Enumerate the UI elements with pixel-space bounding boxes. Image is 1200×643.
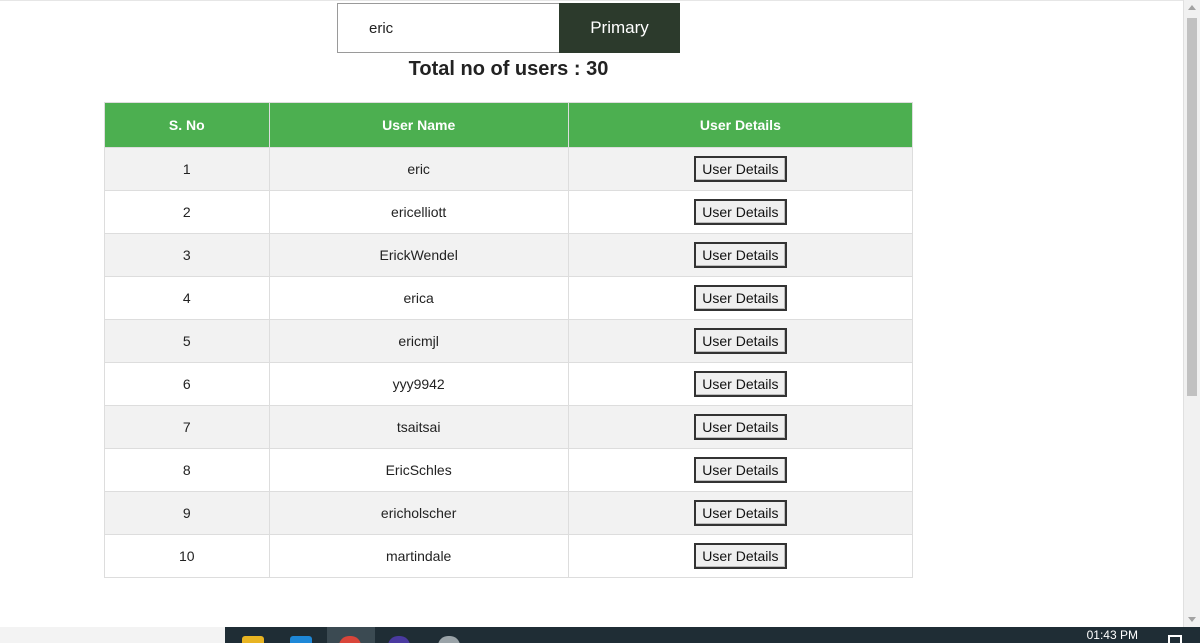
app-icon[interactable] xyxy=(438,636,460,643)
row-sno: 6 xyxy=(104,362,270,406)
table-row: 1 eric User Details xyxy=(104,147,914,191)
row-details-cell: User Details xyxy=(567,491,914,535)
taskbar-search-box[interactable] xyxy=(0,627,225,643)
table-row: 9 ericholscher User Details xyxy=(104,491,914,535)
table-row: 2 ericelliott User Details xyxy=(104,190,914,234)
taskbar-clock[interactable]: 01:43 PM xyxy=(1087,628,1138,642)
search-input[interactable] xyxy=(337,3,559,53)
app-icon[interactable] xyxy=(388,636,410,643)
file-explorer-icon[interactable] xyxy=(242,636,264,643)
table-row: 3 ErickWendel User Details xyxy=(104,233,914,277)
row-user-name: ericholscher xyxy=(268,491,569,535)
table-row: 5 ericmjl User Details xyxy=(104,319,914,363)
user-details-button[interactable]: User Details xyxy=(693,328,787,354)
os-taskbar: 01:43 PM xyxy=(0,627,1200,643)
row-sno: 4 xyxy=(104,276,270,320)
row-details-cell: User Details xyxy=(567,405,914,449)
user-details-button[interactable]: User Details xyxy=(693,500,787,526)
row-sno: 2 xyxy=(104,190,270,234)
row-sno: 1 xyxy=(104,147,270,191)
user-details-button[interactable]: User Details xyxy=(693,156,787,182)
row-user-name: EricSchles xyxy=(268,448,569,492)
row-user-name: ericelliott xyxy=(268,190,569,234)
row-user-name: martindale xyxy=(268,534,569,578)
scroll-up-arrow-icon[interactable] xyxy=(1188,5,1196,10)
row-sno: 8 xyxy=(104,448,270,492)
scrollbar-thumb[interactable] xyxy=(1187,18,1197,396)
primary-search-button[interactable]: Primary xyxy=(559,3,680,53)
vertical-scrollbar[interactable] xyxy=(1183,0,1200,627)
user-details-button[interactable]: User Details xyxy=(693,242,787,268)
table-row: 10 martindale User Details xyxy=(104,534,914,578)
table-row: 7 tsaitsai User Details xyxy=(104,405,914,449)
row-user-name: eric xyxy=(268,147,569,191)
row-user-name: yyy9942 xyxy=(268,362,569,406)
user-details-button[interactable]: User Details xyxy=(693,457,787,483)
row-sno: 7 xyxy=(104,405,270,449)
table-header-row: S. No User Name User Details xyxy=(104,102,914,148)
row-details-cell: User Details xyxy=(567,534,914,578)
row-user-name: ErickWendel xyxy=(268,233,569,277)
row-details-cell: User Details xyxy=(567,319,914,363)
row-details-cell: User Details xyxy=(567,362,914,406)
user-details-button[interactable]: User Details xyxy=(693,371,787,397)
row-details-cell: User Details xyxy=(567,276,914,320)
header-user-details: User Details xyxy=(567,102,914,148)
row-user-name: erica xyxy=(268,276,569,320)
table-row: 8 EricSchles User Details xyxy=(104,448,914,492)
header-sno: S. No xyxy=(104,102,270,148)
row-user-name: tsaitsai xyxy=(268,405,569,449)
search-bar: Primary xyxy=(337,3,680,53)
users-table: S. No User Name User Details 1 eric User… xyxy=(104,102,914,578)
scroll-down-arrow-icon[interactable] xyxy=(1188,617,1196,622)
row-sno: 5 xyxy=(104,319,270,363)
vscode-icon[interactable] xyxy=(290,636,312,643)
row-details-cell: User Details xyxy=(567,190,914,234)
user-details-button[interactable]: User Details xyxy=(693,414,787,440)
table-row: 6 yyy9942 User Details xyxy=(104,362,914,406)
row-details-cell: User Details xyxy=(567,448,914,492)
browser-viewport: Primary Total no of users : 30 S. No Use… xyxy=(0,0,1183,627)
user-details-button[interactable]: User Details xyxy=(693,543,787,569)
row-sno: 9 xyxy=(104,491,270,535)
row-details-cell: User Details xyxy=(567,233,914,277)
row-sno: 10 xyxy=(104,534,270,578)
total-users-count: Total no of users : 30 xyxy=(408,58,609,80)
row-sno: 3 xyxy=(104,233,270,277)
table-row: 4 erica User Details xyxy=(104,276,914,320)
user-details-button[interactable]: User Details xyxy=(693,199,787,225)
row-user-name: ericmjl xyxy=(268,319,569,363)
user-details-button[interactable]: User Details xyxy=(693,285,787,311)
header-user-name: User Name xyxy=(268,102,569,148)
notification-center-icon[interactable] xyxy=(1168,635,1182,643)
row-details-cell: User Details xyxy=(567,147,914,191)
